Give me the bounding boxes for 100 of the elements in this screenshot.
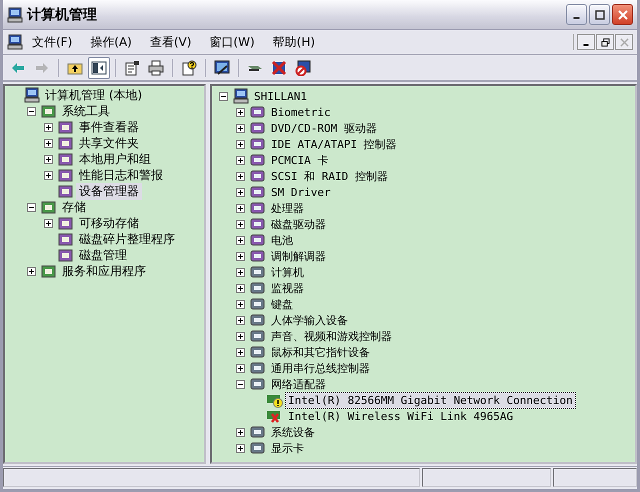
tree-item[interactable]: IDE ATA/ATAPI 控制器 <box>268 136 400 152</box>
tree-item[interactable]: DVD/CD-ROM 驱动器 <box>268 120 380 136</box>
expand-icon[interactable] <box>236 316 245 324</box>
device-icon <box>250 440 266 456</box>
expand-icon[interactable] <box>44 122 53 132</box>
device-icon <box>250 312 266 328</box>
expand-icon[interactable] <box>236 220 245 228</box>
device-icon <box>250 328 266 344</box>
device-icon <box>250 120 266 136</box>
collapse-icon[interactable] <box>236 380 245 388</box>
tree-item[interactable]: 本地用户和组 <box>76 150 154 168</box>
window-title: 计算机管理 <box>27 6 98 24</box>
cross-icon <box>271 60 287 76</box>
help-icon <box>181 60 197 76</box>
blocked-icon <box>295 60 311 76</box>
expand-icon[interactable] <box>44 154 53 164</box>
tree-item[interactable]: 通用串行总线控制器 <box>268 360 373 376</box>
expand-icon[interactable] <box>236 268 245 276</box>
computer-icon <box>7 6 23 22</box>
restore-button[interactable] <box>596 34 614 50</box>
tree-item[interactable]: SHILLAN1 <box>251 88 310 104</box>
expand-icon[interactable] <box>236 252 245 260</box>
expand-icon[interactable] <box>44 170 53 180</box>
tree-item[interactable]: 事件查看器 <box>76 118 142 136</box>
minimize-icon <box>583 44 589 46</box>
tree-item[interactable]: 监视器 <box>268 280 307 296</box>
expand-icon[interactable] <box>236 364 245 372</box>
tree-item[interactable]: 系统工具 <box>59 102 113 120</box>
menu-item[interactable]: 操作(A) <box>81 34 141 50</box>
menu-item[interactable]: 查看(V) <box>140 34 200 50</box>
expand-icon[interactable] <box>236 108 245 116</box>
document-icon <box>124 60 140 76</box>
tree-item[interactable]: Biometric <box>268 104 334 120</box>
tree-item[interactable]: 计算机管理 (本地) <box>42 86 146 104</box>
expand-icon[interactable] <box>236 124 245 132</box>
expand-icon[interactable] <box>236 156 245 164</box>
collapse-icon[interactable] <box>219 92 228 100</box>
menu-item[interactable]: 窗口(W) <box>200 34 264 50</box>
device-icon <box>250 424 266 440</box>
tree-item[interactable]: 共享文件夹 <box>76 134 142 152</box>
device-icon <box>250 216 266 232</box>
expand-icon[interactable] <box>236 140 245 148</box>
tree-item[interactable]: 处理器 <box>268 200 307 216</box>
tree-item[interactable]: 计算机 <box>268 264 307 280</box>
tree-item[interactable]: 显示卡 <box>268 440 307 456</box>
minimize-button[interactable] <box>577 34 595 50</box>
expand-icon[interactable] <box>236 428 245 436</box>
expand-icon[interactable] <box>44 138 53 148</box>
tree-item[interactable]: 网络适配器 <box>268 376 329 392</box>
tree-item[interactable]: 服务和应用程序 <box>59 262 149 280</box>
device-icon <box>250 168 266 184</box>
tree-item[interactable]: PCMCIA 卡 <box>268 152 332 168</box>
menu-item[interactable]: 帮助(H) <box>264 34 324 50</box>
device-icon <box>250 184 266 200</box>
tree-item[interactable]: 可移动存储 <box>76 214 142 232</box>
expand-icon[interactable] <box>236 444 245 452</box>
tree-item[interactable]: 磁盘碎片整理程序 <box>76 230 178 248</box>
tree-item[interactable]: 声音、视频和游戏控制器 <box>268 328 395 344</box>
tree-item[interactable]: 设备管理器 <box>76 182 142 200</box>
tree-item[interactable]: 电池 <box>268 232 296 248</box>
tree-item[interactable]: 系统设备 <box>268 424 318 440</box>
expand-icon[interactable] <box>27 266 36 276</box>
device-icon <box>250 136 266 152</box>
expand-icon[interactable] <box>236 188 245 196</box>
expand-icon[interactable] <box>236 300 245 308</box>
tree-item[interactable]: Intel(R) 82566MM Gigabit Network Connection <box>285 392 576 408</box>
tree-item[interactable]: 性能日志和警报 <box>76 166 166 184</box>
collapse-icon[interactable] <box>27 202 36 212</box>
device-icon <box>250 344 266 360</box>
computer-icon <box>24 87 40 103</box>
device-icon <box>250 152 266 168</box>
tree-item[interactable]: 磁盘驱动器 <box>268 216 329 232</box>
computer-icon <box>233 88 249 104</box>
tree-item[interactable]: SM Driver <box>268 184 334 200</box>
expand-icon[interactable] <box>236 172 245 180</box>
tree-button[interactable] <box>88 56 110 78</box>
tree-item[interactable]: 磁盘管理 <box>76 246 130 264</box>
tree-item[interactable]: 存储 <box>59 198 89 216</box>
device-icon <box>250 264 266 280</box>
tree-item[interactable]: 键盘 <box>268 296 296 312</box>
expand-icon[interactable] <box>236 348 245 356</box>
tree-item[interactable]: 调制解调器 <box>268 248 329 264</box>
maximize-button[interactable] <box>589 4 610 25</box>
device-icon <box>250 232 266 248</box>
menu-item[interactable]: 文件(F) <box>23 34 82 50</box>
panel-icon <box>91 60 107 76</box>
tree-item[interactable]: 鼠标和其它指针设备 <box>268 344 373 360</box>
expand-icon[interactable] <box>236 204 245 212</box>
expand-icon[interactable] <box>236 236 245 244</box>
tree-item[interactable]: SCSI 和 RAID 控制器 <box>268 168 391 184</box>
monitor-icon <box>214 60 230 76</box>
device-icon <box>250 376 266 392</box>
collapse-icon[interactable] <box>27 106 36 116</box>
expand-icon[interactable] <box>236 284 245 292</box>
tree-item[interactable]: 人体学输入设备 <box>268 312 351 328</box>
close-button[interactable] <box>612 4 633 25</box>
expand-icon[interactable] <box>44 218 53 228</box>
expand-icon[interactable] <box>236 332 245 340</box>
minimize-button[interactable] <box>566 4 587 25</box>
computer-icon <box>7 34 23 50</box>
